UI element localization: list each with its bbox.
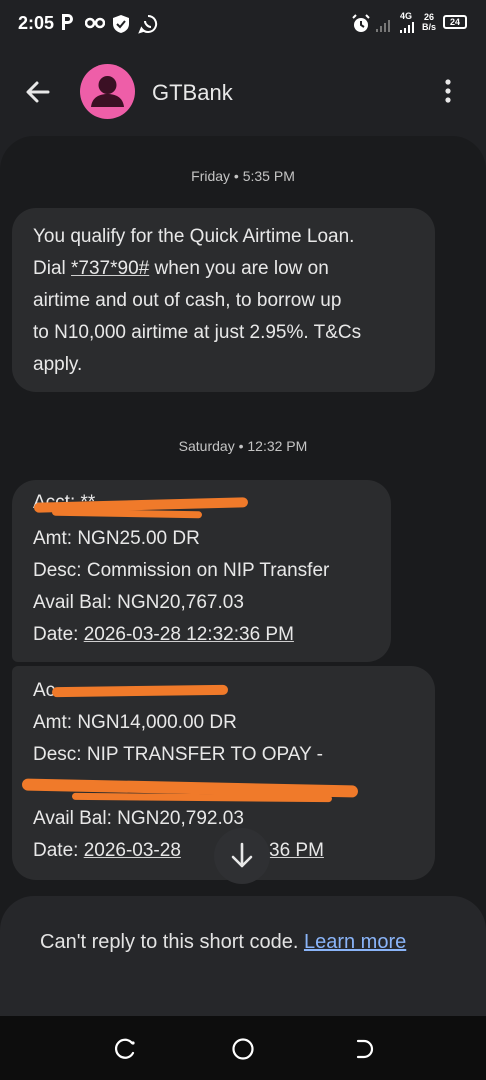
message-bubble[interactable]: You qualify for the Quick Airtime Loan. … <box>12 208 435 392</box>
whatsapp-icon <box>138 14 158 34</box>
reply-bar: Can't reply to this short code. Learn mo… <box>0 896 486 1016</box>
message-line: to N10,000 airtime at just 2.95%. T&Cs <box>33 322 362 343</box>
date-line: Date: 2026-03-28 12:32:36 PM <box>33 624 294 646</box>
timestamp-divider: Friday • 5:35 PM <box>191 168 295 184</box>
message-line: airtime and out of cash, to borrow up <box>33 290 342 311</box>
timestamp-divider: Saturday • 12:32 PM <box>178 438 308 454</box>
signal-icon <box>400 22 414 33</box>
scroll-to-bottom-button[interactable] <box>214 828 270 884</box>
amount-line: Amt: NGN25.00 DR <box>33 528 200 549</box>
date-link[interactable]: 2026-03-28 12:32:36 PM <box>84 624 294 645</box>
wifi-icon <box>376 20 390 32</box>
person-icon <box>91 76 124 107</box>
network-speed: 26 B/s <box>422 12 436 32</box>
balance-line: Avail Bal: NGN20,767.03 <box>33 592 244 613</box>
parking-icon <box>62 14 73 30</box>
shield-icon <box>113 15 129 33</box>
network-speed-unit: B/s <box>422 22 437 32</box>
dial-prefix: Dial <box>33 258 66 279</box>
contact-name[interactable]: GTBank <box>152 80 233 106</box>
network-type: 4G <box>400 11 413 21</box>
date-link[interactable]: 2026-03-28 <box>84 840 181 861</box>
home-icon[interactable] <box>230 1036 256 1062</box>
message-thread[interactable]: Friday • 5:35 PM You qualify for the Qui… <box>0 136 486 1016</box>
battery-indicator: 24 <box>443 15 467 29</box>
date-line: Date: 2026-03-28 <box>33 840 181 862</box>
link-icon <box>85 17 105 29</box>
description-line: Desc: NIP TRANSFER TO OPAY - <box>33 744 324 765</box>
message-line: You qualify for the Quick Airtime Loan. <box>33 226 355 247</box>
amount-line: Amt: NGN14,000.00 DR <box>33 712 237 733</box>
recents-icon[interactable] <box>112 1036 138 1062</box>
arrow-down-icon <box>231 842 253 868</box>
reply-notice-text: Can't reply to this short code. <box>40 931 299 953</box>
more-vert-icon[interactable] <box>436 74 460 108</box>
network-speed-value: 26 <box>424 12 435 22</box>
back-icon[interactable] <box>350 1036 376 1062</box>
reply-notice: Can't reply to this short code. Learn mo… <box>40 926 440 958</box>
redaction-mark <box>51 684 229 698</box>
message-line: apply. <box>33 354 83 375</box>
dial-code-link[interactable]: *737*90# <box>71 258 149 279</box>
message-bubble[interactable]: Acct: ** Amt: NGN25.00 DR Desc: Commissi… <box>12 480 391 662</box>
date-line-end: 36 PM <box>269 840 324 862</box>
balance-line: Avail Bal: NGN20,792.03 <box>33 808 244 829</box>
contact-avatar[interactable] <box>80 64 135 119</box>
message-line: Dial *737*90# when you are low on <box>33 258 329 280</box>
redaction-mark <box>51 508 203 519</box>
message-text: when you are low on <box>154 258 329 279</box>
learn-more-link[interactable]: Learn more <box>304 931 406 953</box>
date-link-end[interactable]: 36 PM <box>269 840 324 861</box>
date-label: Date: <box>33 624 79 645</box>
conversation-header: GTBank <box>0 48 486 136</box>
back-arrow-icon[interactable] <box>22 76 54 108</box>
date-label: Date: <box>33 840 79 861</box>
alarm-icon <box>352 14 370 32</box>
status-bar: 2:05 4G 26 B/s 24 <box>0 0 486 48</box>
system-nav-bar <box>0 1016 486 1080</box>
status-time: 2:05 <box>18 13 55 33</box>
description-line: Desc: Commission on NIP Transfer <box>33 560 330 581</box>
redaction-mark <box>71 792 333 803</box>
